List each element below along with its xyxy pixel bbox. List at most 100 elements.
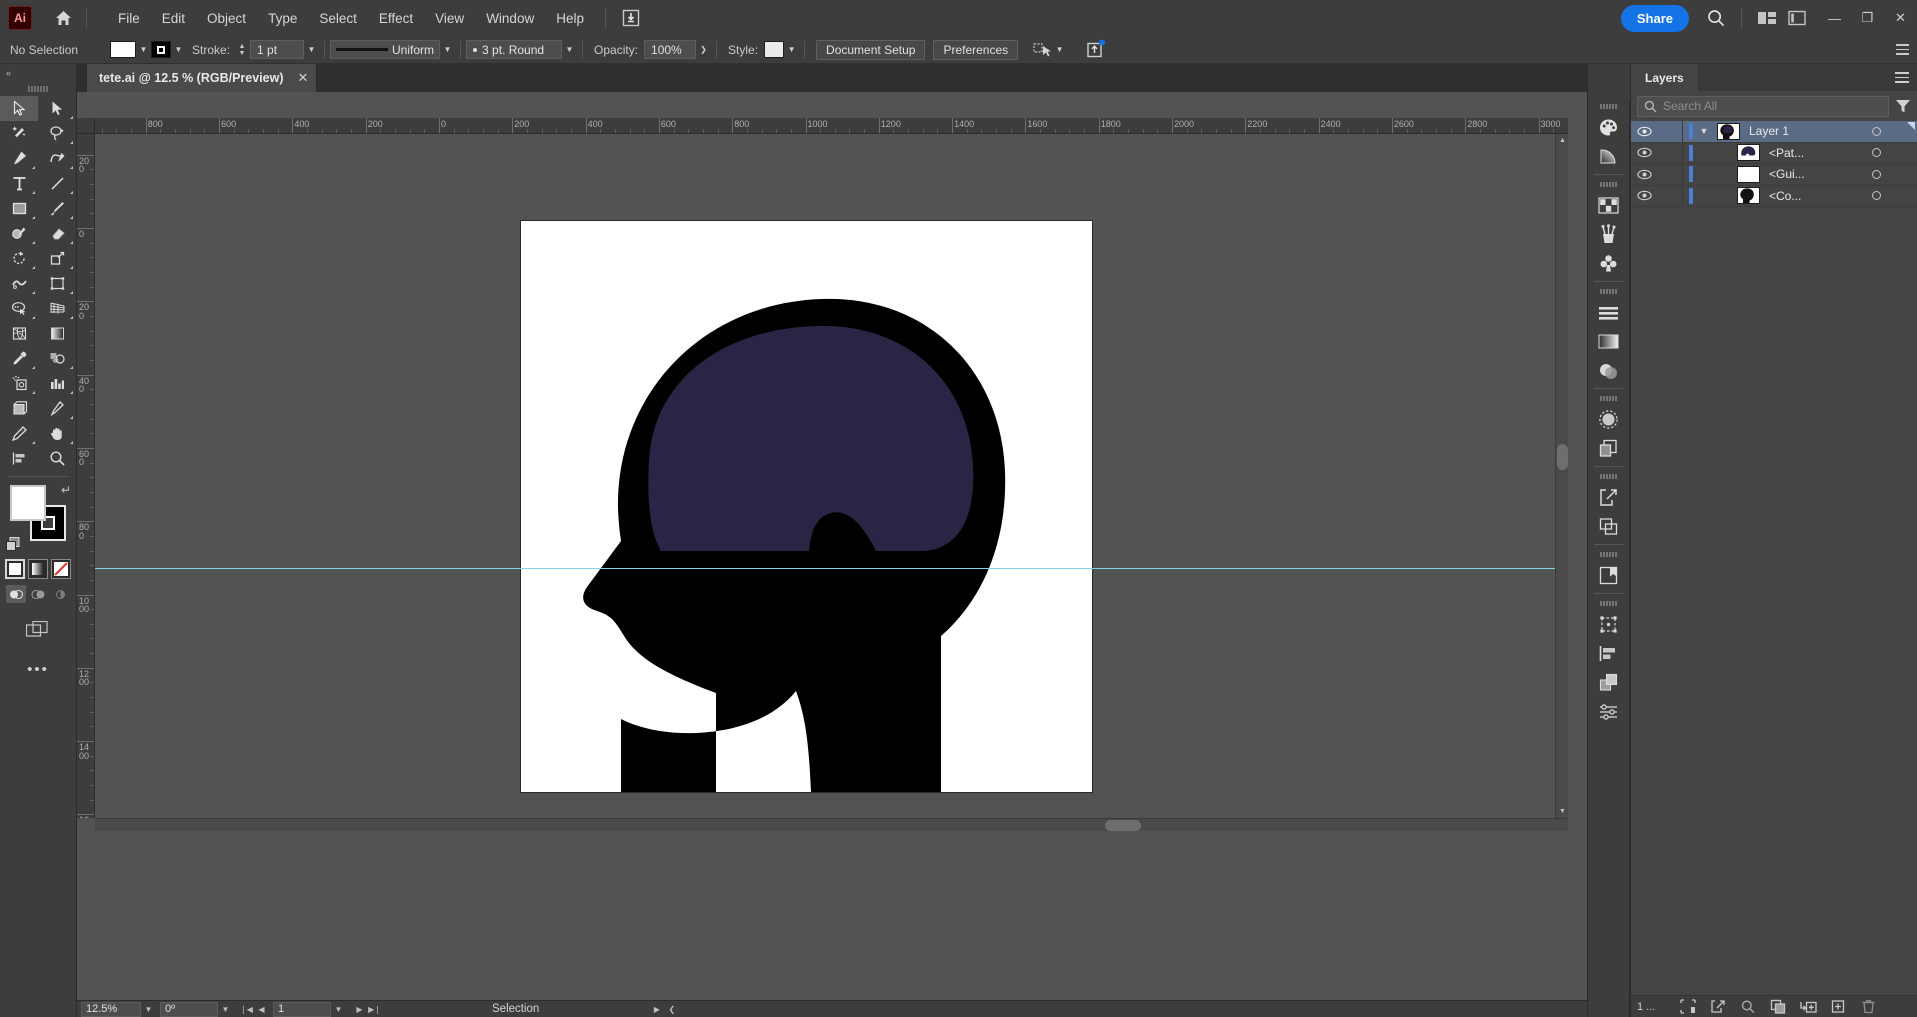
visibility-toggle-icon[interactable] [1631, 147, 1657, 158]
fill-swatch[interactable] [110, 41, 136, 58]
vertical-ruler[interactable]: 2000200400600800100012001400160018002000… [77, 134, 95, 818]
last-artboard-icon[interactable]: ▶❘ [367, 1002, 382, 1017]
pen-tool[interactable] [0, 146, 38, 171]
perspective-grid-tool[interactable] [38, 296, 76, 321]
color-palette-icon[interactable] [1588, 113, 1629, 142]
layer-row-layer1[interactable]: ▼ Layer 1 [1631, 121, 1917, 143]
menu-edit[interactable]: Edit [151, 5, 196, 32]
draw-inside-button[interactable] [50, 585, 70, 603]
default-fill-stroke-icon[interactable] [6, 537, 22, 553]
lock-toggle[interactable] [1657, 164, 1683, 185]
layer-name[interactable]: <Gui... [1769, 167, 1805, 181]
selection-tool[interactable] [0, 96, 38, 121]
paintbrush-tool[interactable] [38, 196, 76, 221]
target-indicator-icon[interactable] [1872, 126, 1881, 136]
curvature-tool[interactable] [38, 146, 76, 171]
dock-grip-6[interactable] [1588, 548, 1629, 561]
brush-definition-select[interactable]: 3 pt. Round [466, 40, 563, 59]
dock-grip-5[interactable] [1588, 470, 1629, 483]
stroke-dropdown-icon[interactable]: ▼ [171, 41, 186, 59]
gradient-tool[interactable] [38, 321, 76, 346]
toolbar-collapse-icon[interactable]: « [0, 64, 76, 82]
dock-grip-3[interactable] [1588, 285, 1629, 298]
select-similar-dropdown-icon[interactable]: ▼ [1052, 41, 1067, 59]
layers-dock-icon[interactable] [1588, 668, 1629, 697]
filter-icon[interactable] [1895, 98, 1911, 114]
stroke-swatch[interactable] [151, 41, 171, 58]
style-swatch[interactable] [764, 41, 785, 58]
next-artboard-icon[interactable]: ▶ [352, 1002, 367, 1017]
panel-menu-icon[interactable] [1895, 72, 1909, 83]
pathfinder-icon[interactable] [1588, 512, 1629, 541]
brush-dropdown-icon[interactable]: ▼ [562, 41, 577, 59]
fill-dropdown-icon[interactable]: ▼ [136, 41, 151, 59]
scale-tool[interactable] [38, 246, 76, 271]
rectangle-tool[interactable] [0, 196, 38, 221]
type-tool[interactable] [0, 171, 38, 196]
lock-toggle[interactable] [1657, 142, 1683, 163]
swatches-icon[interactable] [1588, 191, 1629, 220]
style-dropdown-icon[interactable]: ▼ [784, 41, 799, 59]
select-similar-icon[interactable] [1032, 42, 1052, 58]
align-tool[interactable] [0, 446, 38, 471]
artboards-icon[interactable] [1588, 561, 1629, 590]
free-transform-tool[interactable] [38, 271, 76, 296]
artboard-dropdown-icon[interactable]: ▼ [331, 1002, 346, 1017]
rotate-tool[interactable] [0, 246, 38, 271]
scroll-up-icon[interactable]: ▲ [1556, 134, 1569, 147]
symbol-sprayer-tool[interactable] [0, 371, 38, 396]
artboard-tool[interactable] [0, 396, 38, 421]
vertical-scrollbar[interactable]: ▲ ▼ [1555, 134, 1568, 818]
dock-grip-4[interactable] [1588, 392, 1629, 405]
menu-effect[interactable]: Effect [368, 5, 424, 32]
swap-fill-stroke-icon[interactable]: ↵ [61, 483, 71, 497]
release-icon[interactable] [1705, 997, 1731, 1017]
close-icon[interactable]: ✕ [297, 70, 308, 86]
export-selection-icon[interactable] [1085, 39, 1106, 60]
opacity-expand-icon[interactable]: ❯ [696, 41, 711, 59]
zoom-level-input[interactable]: 12.5% [81, 1001, 141, 1017]
gradient-mode-button[interactable] [28, 559, 48, 579]
eraser-tool[interactable] [38, 221, 76, 246]
menu-type[interactable]: Type [257, 5, 308, 32]
status-menu-icon[interactable]: ▶ [649, 1002, 664, 1017]
gradient-bar-icon[interactable] [1588, 327, 1629, 356]
lasso-tool[interactable] [38, 121, 76, 146]
dock-grip-1[interactable] [1588, 100, 1629, 113]
slice-tool[interactable] [38, 396, 76, 421]
share-button[interactable]: Share [1620, 4, 1689, 32]
arrange-documents-icon[interactable] [1752, 3, 1782, 33]
menu-file[interactable]: File [107, 5, 151, 32]
layer-row-guide[interactable]: <Gui... [1631, 164, 1917, 186]
layer-row-compound[interactable]: <Co... [1631, 185, 1917, 207]
target-indicator-icon[interactable] [1872, 191, 1881, 201]
previous-artboard-icon[interactable]: ◀ [254, 1002, 269, 1017]
stroke-weight-input[interactable]: 1 pt [250, 40, 305, 59]
appearance-icon[interactable] [1588, 405, 1629, 434]
artboard-number-input[interactable]: 1 [273, 1001, 331, 1017]
lock-toggle[interactable] [1657, 121, 1683, 142]
artboard[interactable] [520, 220, 1093, 793]
dock-grip-7[interactable] [1588, 597, 1629, 610]
vertical-scroll-thumb[interactable] [1557, 444, 1568, 470]
visibility-toggle-icon[interactable] [1631, 126, 1657, 137]
column-graph-tool[interactable] [38, 371, 76, 396]
home-icon[interactable] [50, 5, 76, 31]
search-input[interactable]: Search All [1637, 95, 1889, 117]
menu-select[interactable]: Select [308, 5, 368, 32]
close-button[interactable]: ✕ [1884, 0, 1917, 36]
document-tab[interactable]: tete.ai @ 12.5 % (RGB/Preview) ✕ [87, 64, 318, 92]
first-artboard-icon[interactable]: ❘◀ [239, 1002, 254, 1017]
edit-toolbar-button[interactable]: ••• [0, 661, 76, 678]
opacity-input[interactable]: 100% [644, 40, 697, 59]
none-mode-button[interactable] [51, 559, 71, 579]
target-indicator-icon[interactable] [1872, 148, 1881, 158]
transform-icon[interactable] [1588, 610, 1629, 639]
mesh-tool[interactable] [0, 321, 38, 346]
dock-grip-2[interactable] [1588, 178, 1629, 191]
export-icon[interactable] [1588, 483, 1629, 512]
layer-name[interactable]: Layer 1 [1749, 124, 1789, 138]
horizontal-ruler[interactable]: 1400120010008006004002000200400600800100… [95, 118, 1568, 134]
menu-object[interactable]: Object [196, 5, 257, 32]
draw-behind-button[interactable] [28, 585, 48, 603]
